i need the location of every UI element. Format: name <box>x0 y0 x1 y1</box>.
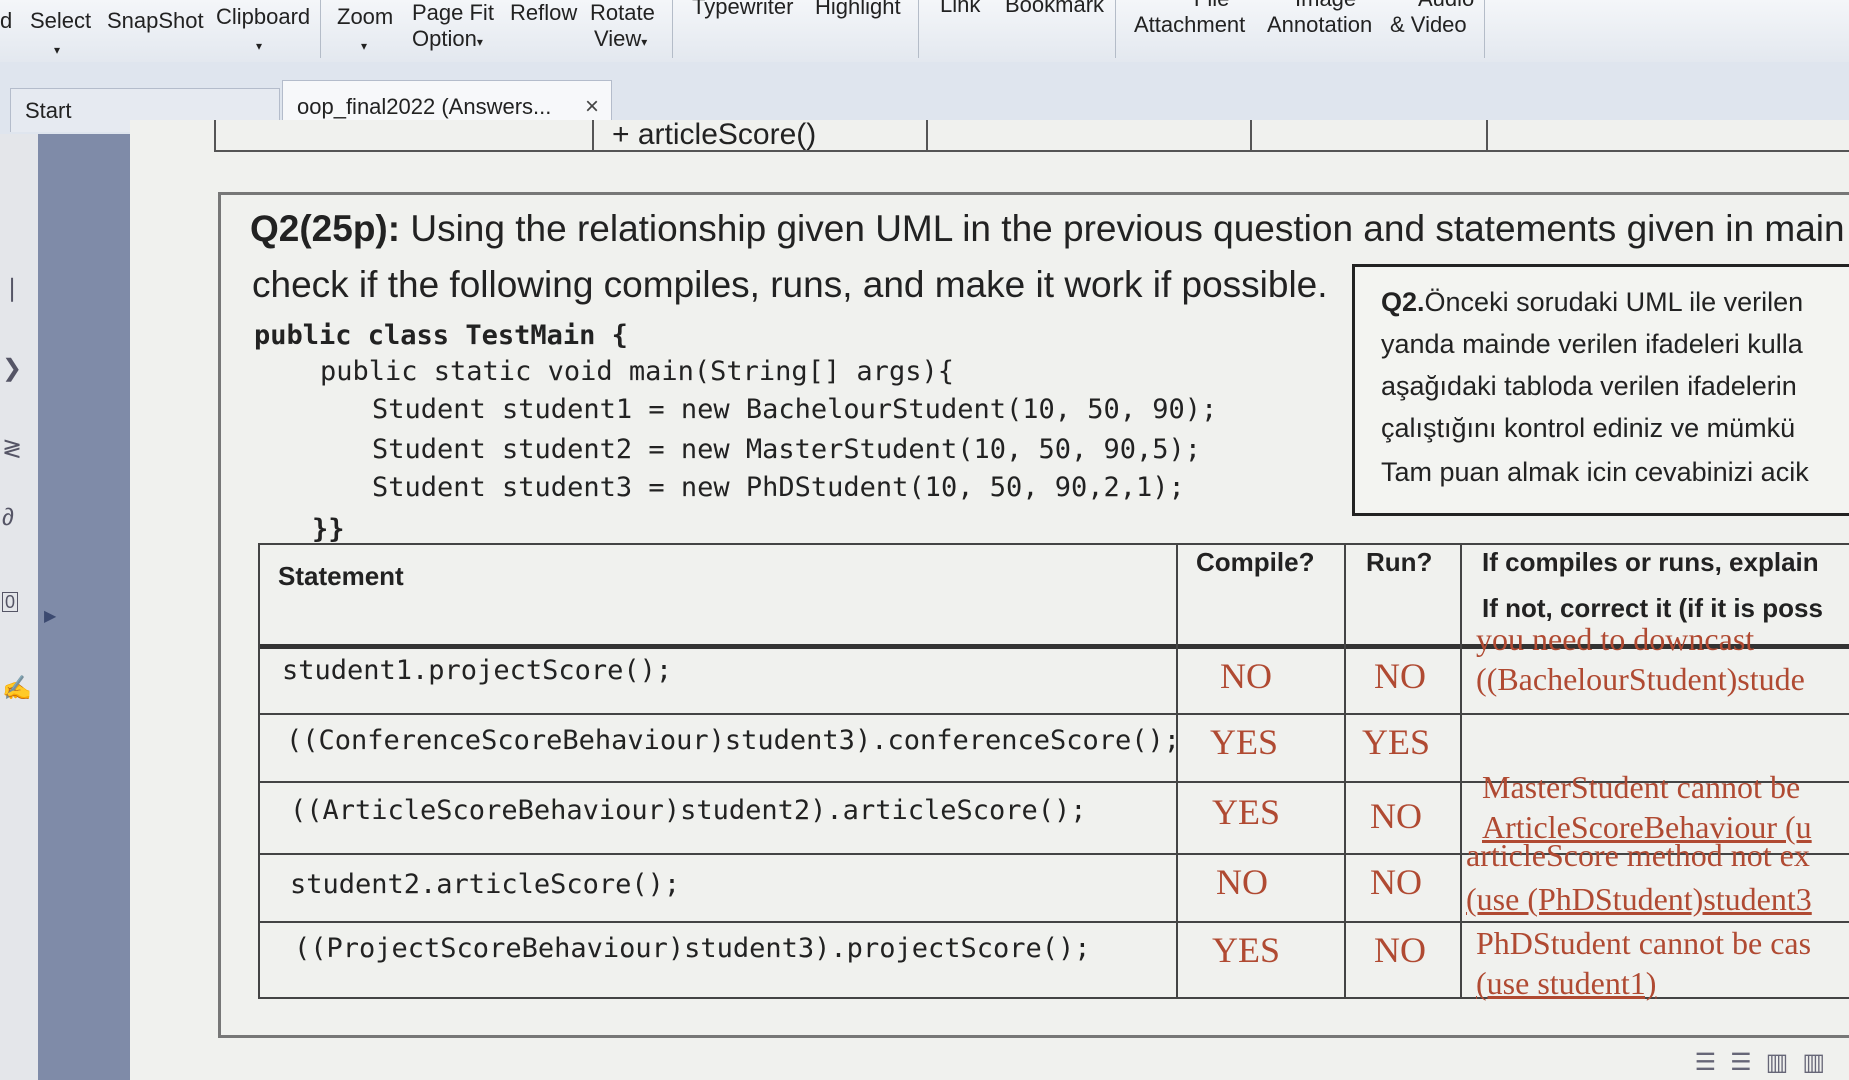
table-row-explanation: you need to downcast <box>1476 621 1755 657</box>
previous-row-text: + articleScore() <box>612 118 817 151</box>
bookmark-panel-icon[interactable]: ❯ <box>2 354 22 383</box>
signature-panel-icon[interactable]: ✍ <box>2 674 32 703</box>
code-line: Student student3 = new PhDStudent(10, 50… <box>372 472 1185 503</box>
code-line: public class TestMain { <box>254 320 628 351</box>
zoom-button[interactable]: Zoom ▾ <box>337 4 393 59</box>
table-row-statement: ((ConferenceScoreBehaviour)student3).con… <box>286 725 1181 756</box>
header-explain-correct: If not, correct it (if it is poss <box>1482 593 1823 623</box>
table-row-run: NO <box>1374 930 1426 970</box>
audio-video-button[interactable]: Audio& Video <box>1390 0 1474 38</box>
layers-panel-icon[interactable]: ≷ <box>2 434 22 463</box>
table-row-explanation: articleScore method not ex <box>1466 837 1810 873</box>
code-line: }} <box>312 514 345 545</box>
code-line: Student student2 = new MasterStudent(10,… <box>372 434 1202 465</box>
table-row-run: NO <box>1370 862 1422 902</box>
navigation-panel: ▶ <box>38 134 130 1080</box>
bookmark-button[interactable]: Bookmark <box>1005 0 1104 18</box>
table-row-compile: NO <box>1216 862 1268 902</box>
table-row-statement: ((ArticleScoreBehaviour)student2).articl… <box>290 795 1087 826</box>
page-thumbnail-icon[interactable]: 0 <box>2 592 18 612</box>
select-button[interactable]: Select ▾ <box>30 8 91 63</box>
table-row-explanation: MasterStudent cannot be <box>1482 769 1801 805</box>
question-title: Q2(25p): Using the relationship given UM… <box>250 208 1845 249</box>
table-row-statement: student2.articleScore(); <box>290 869 681 900</box>
previous-table-row <box>214 120 1849 152</box>
table-row-compile: YES <box>1212 930 1281 970</box>
image-annotation-button[interactable]: ImageAnnotation <box>1267 0 1372 38</box>
table-row-run: YES <box>1362 722 1431 762</box>
expand-arrow-icon[interactable]: ▶ <box>44 606 56 626</box>
header-statement: Statement <box>278 561 404 591</box>
header-compile: Compile? <box>1196 547 1315 577</box>
turkish-instruction-box: Q2.Önceki sorudaki UML ile verilen yanda… <box>1352 264 1849 516</box>
code-line: public static void main(String[] args){ <box>320 356 954 387</box>
left-tool-strip: ❘ ❯ ≷ ∂ 0 ✍ <box>0 134 38 1080</box>
table-row-statement: student1.projectScore(); <box>282 655 673 686</box>
rotate-view-button[interactable]: Rotate View▾ <box>590 0 655 55</box>
header-explain: If compiles or runs, explain <box>1482 547 1819 577</box>
code-line: Student student1 = new BachelourStudent(… <box>372 394 1218 425</box>
table-row-explanation: ((BachelourStudent)stude <box>1476 661 1805 697</box>
table-row-explanation: (use student1) <box>1476 965 1657 1001</box>
highlight-button[interactable]: Highlight <box>815 0 901 20</box>
toolbar-item-cut[interactable]: d <box>0 8 12 34</box>
clipboard-button[interactable]: Clipboard ▾ <box>216 4 310 59</box>
view-mode-icons[interactable]: ☰☰▥▥ <box>1695 1048 1839 1077</box>
table-row-compile: NO <box>1220 656 1272 696</box>
snapshot-button[interactable]: SnapShot <box>107 8 204 34</box>
tab-document-label: oop_final2022 (Answers... <box>297 94 552 119</box>
table-row-explanation: PhDStudent cannot be cas <box>1476 925 1812 961</box>
answer-table: Statement Compile? Run? If compiles or r… <box>258 543 1849 1001</box>
table-row-compile: YES <box>1210 722 1279 762</box>
page-fit-option-button[interactable]: Page Fit Option▾ <box>412 0 494 55</box>
link-button[interactable]: Link <box>940 0 980 18</box>
question-subtitle: check if the following compiles, runs, a… <box>252 264 1328 305</box>
file-attachment-button[interactable]: FileAttachment <box>1134 0 1245 38</box>
table-row-run: NO <box>1374 656 1426 696</box>
reflow-button[interactable]: Reflow <box>510 0 577 26</box>
table-row-run: NO <box>1370 796 1422 836</box>
typewriter-button[interactable]: Typewriter <box>692 0 793 20</box>
table-row-statement: ((ProjectScoreBehaviour)student3).projec… <box>294 933 1091 964</box>
toolbar: d Select ▾ SnapShot Clipboard ▾ Zoom ▾ Page… <box>0 0 1849 63</box>
hand-tool-icon[interactable]: ❘ <box>2 274 22 303</box>
table-row-compile: YES <box>1212 792 1281 832</box>
attachment-panel-icon[interactable]: ∂ <box>2 504 14 532</box>
table-row-explanation: (use (PhDStudent)student3 <box>1466 881 1812 917</box>
header-run: Run? <box>1366 547 1433 577</box>
